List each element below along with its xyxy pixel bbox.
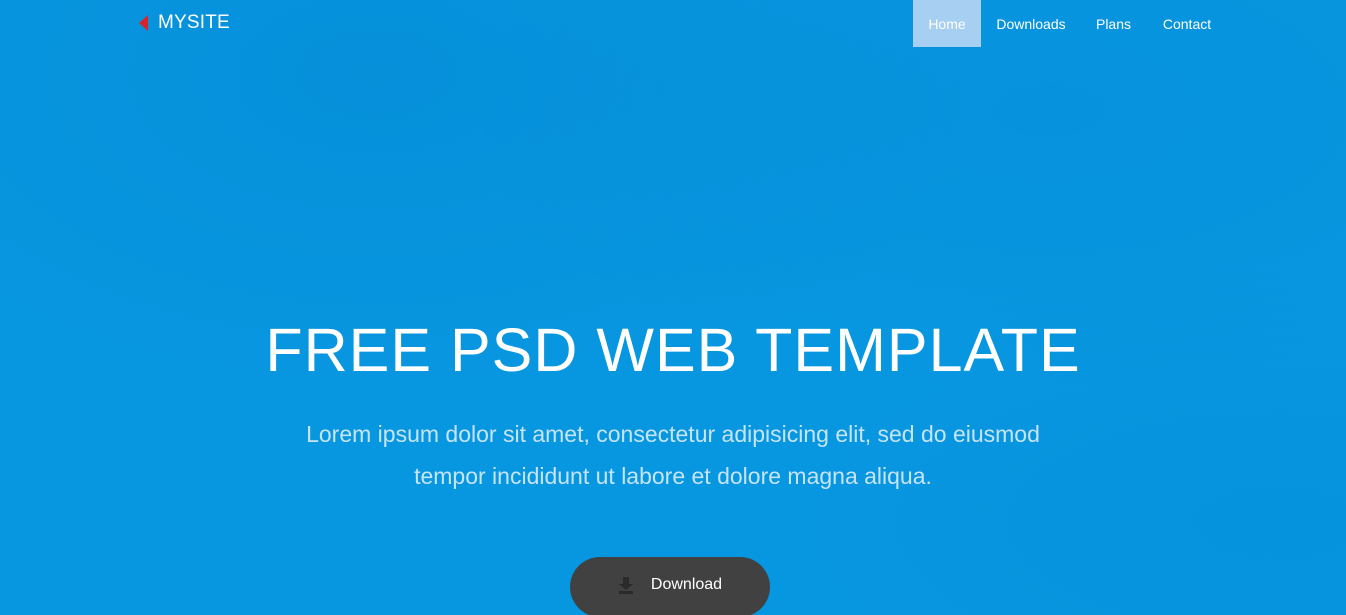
red-triangle-icon (139, 15, 148, 31)
download-button-label: Download (650, 576, 723, 593)
nav-item-downloads[interactable]: Downloads (981, 0, 1081, 47)
download-button[interactable]: Download (570, 557, 770, 615)
hero-headline: FREE PSD WEB TEMPLATE (265, 316, 1081, 384)
brand-label: MYSITE (158, 12, 230, 33)
nav-item-plans[interactable]: Plans (1081, 0, 1146, 47)
main-nav: Home Downloads Plans Contact (913, 0, 1228, 47)
nav-item-home[interactable]: Home (913, 0, 981, 47)
download-icon (618, 577, 633, 594)
navbar: MYSITE Home Downloads Plans Contact (0, 0, 1346, 47)
nav-item-contact[interactable]: Contact (1146, 0, 1228, 47)
brand-logo[interactable]: MYSITE (139, 11, 230, 35)
hero-section: MYSITE Home Downloads Plans Contact FREE… (0, 0, 1346, 615)
hero-tagline: Lorem ipsum dolor sit amet, consectetur … (306, 421, 1040, 489)
